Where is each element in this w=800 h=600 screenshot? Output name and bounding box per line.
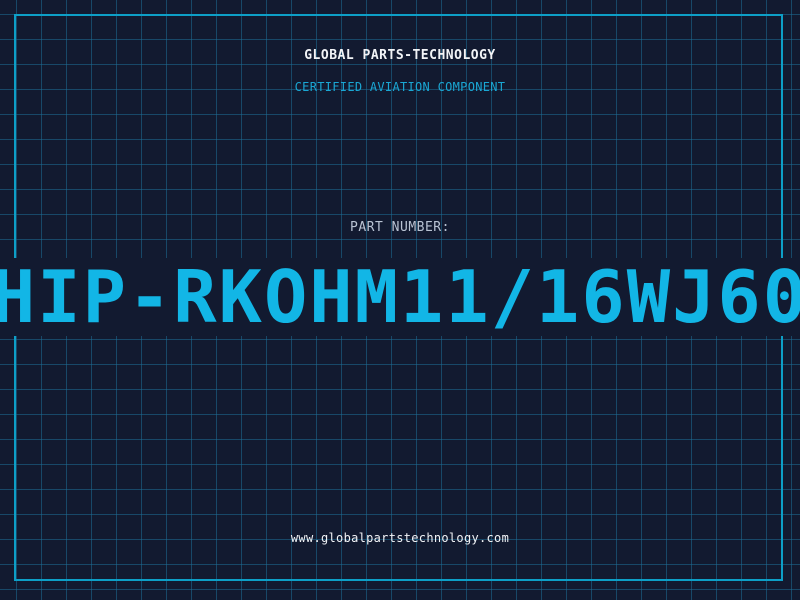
part-number-value: HIP-RKOHM11/16WJ60 (0, 258, 800, 336)
tagline: CERTIFIED AVIATION COMPONENT (294, 80, 506, 94)
website-link[interactable]: www.globalpartstechnology.com (0, 531, 800, 545)
part-number-label: PART NUMBER: (350, 220, 450, 235)
company-name: GLOBAL PARTS-TECHNOLOGY (304, 48, 496, 63)
part-number-band: HIP-RKOHM11/16WJ60 (0, 258, 800, 336)
